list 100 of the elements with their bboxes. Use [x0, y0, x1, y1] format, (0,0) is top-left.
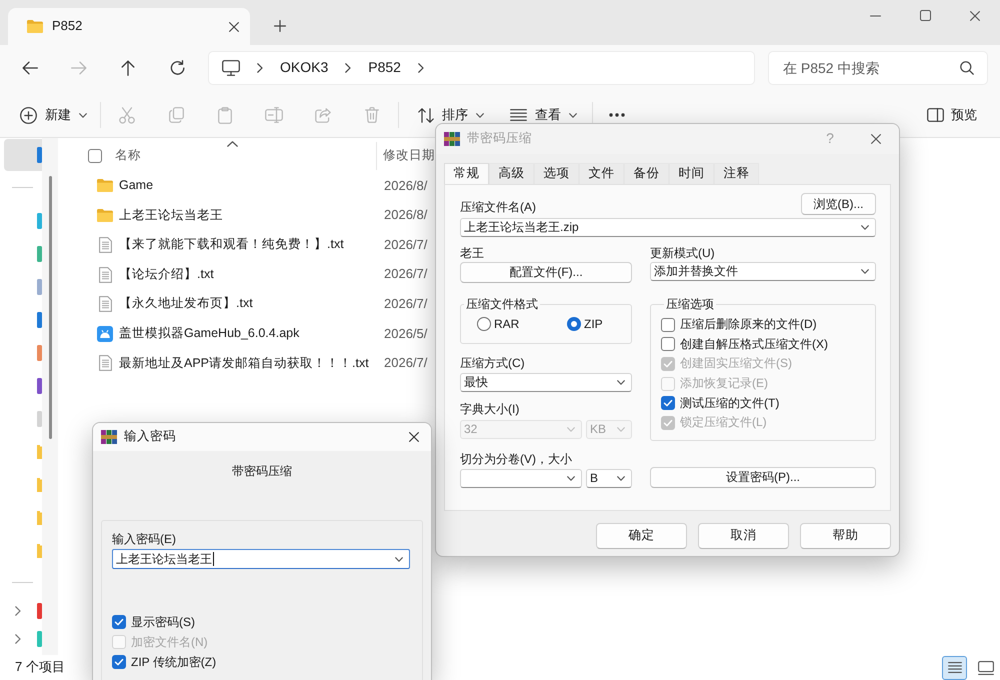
breadcrumb-item[interactable]: OKOK3 — [280, 58, 328, 76]
file-name[interactable]: 最新地址及APP请发邮箱自动获取！！！.txt — [119, 356, 369, 372]
computer-icon — [222, 60, 240, 76]
password-combobox[interactable]: 上老王论坛当老王 — [112, 549, 410, 569]
column-header[interactable]: 名称 — [115, 148, 141, 164]
app-icon[interactable] — [37, 344, 42, 360]
text-file-icon — [98, 296, 112, 312]
chevron-right-icon[interactable] — [15, 606, 21, 616]
checkbox[interactable] — [112, 615, 126, 629]
help-button[interactable]: 帮助 — [800, 523, 891, 549]
plus-icon[interactable] — [274, 20, 286, 32]
chevron-right-icon[interactable] — [345, 62, 352, 72]
field-label: 字典大小(I) — [460, 401, 520, 417]
cancel-button[interactable]: 取消 — [698, 523, 789, 549]
tab[interactable]: 常规 — [444, 163, 489, 184]
breadcrumb-item[interactable]: P852 — [368, 58, 401, 76]
radio-label[interactable]: RAR — [494, 316, 520, 332]
tab[interactable]: 时间 — [669, 163, 714, 184]
chevron-right-icon[interactable] — [257, 62, 263, 72]
split-size-combobox[interactable] — [460, 469, 582, 488]
list-icon — [510, 109, 527, 121]
back-arrow-icon[interactable] — [22, 60, 38, 74]
chevron-down-icon — [567, 427, 575, 432]
sort-button[interactable]: 排序 — [411, 100, 491, 130]
tab[interactable]: 文件 — [579, 163, 624, 184]
column-header[interactable]: 修改日期 — [383, 148, 435, 164]
radio-button[interactable] — [567, 317, 581, 331]
close-icon[interactable] — [409, 432, 419, 442]
more-icon[interactable] — [609, 113, 625, 117]
file-name[interactable]: Game — [119, 178, 154, 194]
checkbox-label[interactable]: 创建自解压格式压缩文件(X) — [680, 336, 828, 352]
maximize-icon[interactable] — [920, 10, 930, 21]
chevron-down-icon — [861, 225, 869, 230]
checkbox-label[interactable]: ZIP 传统加密(Z) — [131, 654, 216, 670]
preview-button[interactable]: 预览 — [918, 100, 986, 130]
field-label: 压缩方式(C) — [460, 355, 526, 371]
search-icon[interactable] — [960, 60, 974, 74]
up-arrow-icon[interactable] — [121, 60, 135, 76]
ok-button[interactable]: 确定 — [596, 523, 687, 549]
method-combobox[interactable]: 最快 — [460, 373, 632, 392]
field-label: 输入密码(E) — [112, 531, 177, 547]
profile-button[interactable]: 配置文件(F)... — [460, 262, 632, 283]
checkbox-label[interactable]: 测试压缩的文件(T) — [680, 396, 780, 411]
chevron-down-icon — [569, 112, 577, 118]
text-file-icon — [98, 236, 112, 253]
tab[interactable]: 高级 — [489, 163, 534, 184]
text-file-icon — [98, 266, 112, 283]
checkbox[interactable] — [661, 337, 675, 352]
checkbox[interactable] — [661, 318, 675, 332]
radio-button[interactable] — [477, 317, 491, 331]
preview-pane-icon — [927, 108, 944, 122]
set-password-button[interactable]: 设置密码(P)... — [650, 467, 876, 488]
checkbox[interactable] — [112, 655, 126, 669]
select-all-checkbox[interactable] — [88, 148, 102, 162]
details-view-button[interactable] — [942, 656, 967, 680]
tab[interactable]: 选项 — [534, 163, 579, 184]
chevron-down-icon — [617, 476, 625, 481]
radio-label[interactable]: ZIP — [584, 316, 603, 332]
explorer-tab[interactable]: P852 — [8, 8, 250, 45]
chevron-down-icon — [617, 380, 625, 385]
chevron-down-icon — [395, 556, 403, 562]
chevron-right-icon[interactable] — [418, 62, 424, 72]
search-field[interactable]: 在 P852 中搜索 — [768, 50, 988, 84]
checkbox-label[interactable]: 压缩后删除原来的文件(D) — [680, 317, 817, 332]
refresh-icon[interactable] — [170, 60, 184, 75]
view-button[interactable]: 查看 — [502, 100, 582, 130]
update-mode-combobox[interactable]: 添加并替换文件 — [650, 262, 876, 281]
address-bar[interactable]: OKOK3 P852 — [208, 50, 755, 84]
group-title: 压缩选项 — [665, 296, 715, 312]
app-icon[interactable] — [37, 278, 42, 294]
app-icon[interactable] — [37, 246, 42, 262]
file-name[interactable]: 上老王论坛当老王 — [119, 208, 223, 224]
chevron-right-icon[interactable] — [15, 634, 21, 644]
file-name[interactable]: 【来了就能下载和观看！纯免费！】.txt — [119, 237, 344, 253]
minimize-icon[interactable] — [870, 14, 880, 16]
split-unit-combobox[interactable]: B — [586, 469, 632, 488]
dialog-subtitle: 带密码压缩 — [231, 463, 293, 479]
app-icon[interactable] — [37, 378, 42, 394]
file-name[interactable]: 【论坛介绍】.txt — [119, 266, 214, 282]
scrollbar-thumb[interactable] — [48, 176, 52, 439]
field-label: 切分为分卷(V)，大小 — [460, 451, 573, 467]
plus-circle-icon — [20, 106, 37, 124]
app-icon[interactable] — [37, 212, 42, 228]
close-icon[interactable] — [871, 134, 881, 144]
new-button[interactable]: 新建 — [14, 100, 94, 130]
checkbox[interactable] — [661, 396, 675, 410]
browse-button[interactable]: 浏览(B)... — [801, 193, 876, 215]
checkbox-label[interactable]: 显示密码(S) — [131, 614, 195, 630]
text-cursor-icon — [213, 552, 214, 566]
close-icon[interactable] — [970, 10, 980, 20]
app-icon[interactable] — [37, 312, 42, 328]
tab[interactable]: 注释 — [714, 163, 759, 184]
sidebar-item[interactable] — [4, 139, 42, 171]
modified-date: 2026/8/ — [383, 178, 428, 194]
file-name[interactable]: 盖世模拟器GameHub_6.0.4.apk — [119, 326, 300, 342]
file-name[interactable]: 【永久地址发布页】.txt — [119, 296, 253, 312]
folder-icon — [27, 20, 43, 33]
archive-name-combobox[interactable]: 上老王论坛当老王.zip — [460, 218, 876, 237]
close-icon[interactable] — [229, 22, 239, 32]
tab[interactable]: 备份 — [624, 163, 669, 184]
